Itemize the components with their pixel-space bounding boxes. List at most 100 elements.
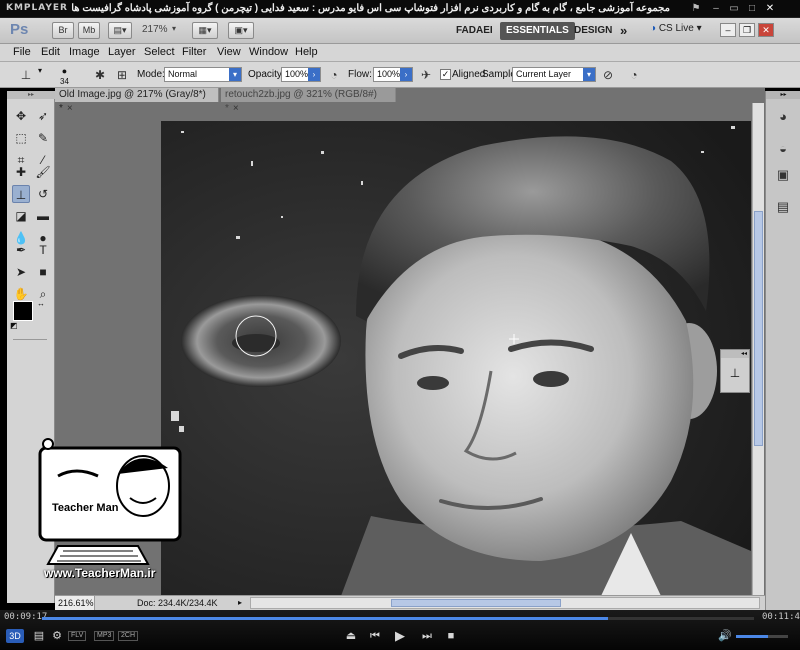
next-icon[interactable]: ⏭ [418, 628, 436, 644]
chevron-right-icon[interactable]: ▸ [238, 598, 242, 607]
playlist-icon[interactable]: ▤ [30, 628, 48, 644]
sample-select[interactable]: Current Layer ▾ [512, 67, 596, 82]
cs-live-button[interactable]: ◑ CS Live ▾ [650, 23, 702, 34]
chevron-down-icon[interactable]: ▾ [172, 24, 176, 33]
document-size: Doc: 234.4K/234.4K [137, 598, 218, 608]
doc-close-button[interactable]: ✕ [758, 23, 774, 37]
photoshop-logo: Ps [10, 21, 29, 38]
aligned-checkbox[interactable]: ✓ [440, 69, 451, 80]
pin-icon[interactable]: ⚑ [688, 2, 704, 16]
maximize-icon[interactable]: □ [744, 2, 760, 16]
shape-tool-icon[interactable]: ■ [34, 263, 52, 281]
menu-file[interactable]: File [13, 46, 31, 58]
menu-select[interactable]: Select [144, 46, 175, 58]
volume-slider[interactable] [736, 635, 788, 638]
eraser-tool-icon[interactable]: ◪ [12, 207, 30, 225]
status-zoom[interactable]: 216.61% [55, 596, 95, 610]
workspace-essentials[interactable]: ESSENTIALS [500, 22, 575, 40]
vertical-scrollbar[interactable] [752, 103, 764, 595]
workspace-design[interactable]: DESIGN [568, 22, 618, 40]
flow-field[interactable]: 100% › [373, 67, 413, 82]
tab-old-image[interactable]: Old Image.jpg @ 217% (Gray/8*) * × [55, 88, 219, 114]
screen-mode-button[interactable]: ▣▾ [228, 22, 254, 39]
chevron-right-icon: › [400, 68, 412, 81]
eject-icon[interactable]: ⏏ [342, 628, 360, 644]
clone-stamp-tool-icon[interactable]: ⊥ [12, 185, 30, 203]
mini-bridge-button[interactable]: Mb [78, 22, 100, 39]
doc-minimize-button[interactable]: – [720, 23, 736, 37]
menu-filter[interactable]: Filter [182, 46, 206, 58]
close-icon[interactable]: × [67, 103, 73, 114]
3d-mode-button[interactable]: 3D [6, 629, 24, 643]
bridge-button[interactable]: Br [52, 22, 74, 39]
seek-bar[interactable] [42, 617, 754, 620]
restore-icon[interactable]: ▭ [726, 2, 742, 16]
zoom-level[interactable]: 217% [142, 24, 168, 35]
settings-gear-icon[interactable]: ⚙ [48, 628, 66, 644]
clone-source-panel-icon[interactable]: ⊥ [721, 366, 749, 380]
quick-select-tool-icon[interactable]: ✎ [34, 129, 52, 147]
move-tool-icon[interactable]: ✥ [12, 107, 30, 125]
brush-dot-icon: ● [61, 66, 68, 76]
workspace-fadaei[interactable]: FADAEI [450, 22, 499, 40]
close-icon[interactable]: ✕ [762, 2, 778, 16]
panel-collapse-icon[interactable]: ◂◂ [721, 350, 749, 358]
play-icon[interactable]: ▶ [391, 628, 409, 644]
default-colors-icon[interactable]: ◩ [10, 321, 18, 330]
pen-tool-icon[interactable]: ✒ [12, 241, 30, 259]
total-time: 00:11:41 [762, 612, 800, 622]
ignore-adjustment-layers-icon[interactable]: ⊘ [600, 67, 616, 83]
image-canvas[interactable] [161, 121, 751, 596]
opacity-field[interactable]: 100% › [281, 67, 321, 82]
chevron-down-icon[interactable]: ▾ [38, 66, 42, 75]
menu-layer[interactable]: Layer [108, 46, 136, 58]
gradient-tool-icon[interactable]: ▬ [34, 207, 52, 225]
menu-help[interactable]: Help [295, 46, 318, 58]
spot-healing-tool-icon[interactable]: ✚ [12, 163, 30, 181]
path-select-tool-icon[interactable]: ➤ [12, 263, 30, 281]
history-brush-tool-icon[interactable]: ↺ [34, 185, 52, 203]
stop-icon[interactable]: ■ [442, 628, 460, 644]
airbrush-icon[interactable]: ✈ [418, 67, 434, 83]
more-workspaces-button[interactable]: » [614, 22, 633, 40]
minimize-icon[interactable]: – [708, 2, 724, 16]
type-tool-icon[interactable]: T [34, 241, 52, 259]
mini-bridge-panel-icon[interactable]: ▤ [772, 197, 794, 217]
teacherman-name: Teacher Man [52, 502, 119, 514]
menu-view[interactable]: View [217, 46, 241, 58]
pressure-opacity-icon[interactable]: ◔ [326, 67, 342, 83]
mode-select[interactable]: Normal ▾ [164, 67, 242, 82]
foreground-color-swatch[interactable] [13, 301, 33, 321]
close-icon[interactable]: × [233, 103, 239, 114]
brush-preset-picker[interactable]: ● 34 [60, 66, 69, 86]
menu-image[interactable]: Image [69, 46, 100, 58]
scroll-thumb[interactable] [754, 211, 763, 446]
menu-window[interactable]: Window [249, 46, 288, 58]
opacity-label: Opacity: [248, 69, 285, 80]
pressure-size-icon[interactable]: ◔ [626, 67, 642, 83]
extras-dropdown[interactable]: ▤▾ [108, 22, 132, 39]
adjustments-panel-icon[interactable]: ◒ [772, 139, 794, 159]
horizontal-scrollbar[interactable] [250, 597, 760, 609]
scroll-thumb[interactable] [391, 599, 561, 607]
panel-collapse-icon[interactable]: ▸▸ [7, 91, 55, 99]
clone-source-icon[interactable]: ⊞ [114, 67, 130, 83]
marquee-tool-icon[interactable]: ⬚ [12, 129, 30, 147]
doc-restore-button[interactable]: ❐ [739, 23, 755, 37]
volume-icon[interactable]: 🔊 [716, 628, 734, 644]
swap-colors-icon[interactable]: ↔ [37, 299, 45, 308]
tab-retouch[interactable]: retouch2zb.jpg @ 321% (RGB/8#) * × [221, 88, 396, 114]
brush-panel-icon[interactable]: ✱ [92, 67, 108, 83]
panel-dock: ▸▸ ◕ ◒ ▣ ▤ [765, 91, 800, 610]
color-panel-icon[interactable]: ◕ [772, 107, 794, 127]
menu-edit[interactable]: Edit [41, 46, 60, 58]
lasso-tool-icon[interactable]: ➶ [34, 107, 52, 125]
panel-collapse-icon[interactable]: ▸▸ [766, 91, 800, 99]
brush-tool-icon[interactable]: 🖌 [34, 163, 52, 181]
arrange-documents-button[interactable]: ▦▾ [192, 22, 218, 39]
previous-icon[interactable]: ⏮ [366, 628, 384, 644]
masks-panel-icon[interactable]: ▣ [772, 165, 794, 185]
clone-stamp-icon[interactable]: ⊥ [18, 67, 34, 83]
floating-panel[interactable]: ◂◂ ⊥ [720, 349, 750, 393]
chevron-down-icon: ▾ [696, 23, 702, 34]
